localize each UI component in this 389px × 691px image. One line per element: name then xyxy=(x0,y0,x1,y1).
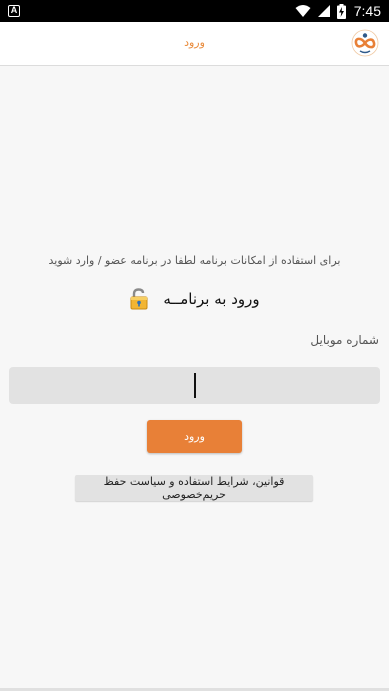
signal-icon xyxy=(317,4,331,18)
status-time: 7:45 xyxy=(353,3,381,19)
battery-charging-icon xyxy=(336,3,346,19)
intro-text: برای استفاده از امکانات برنامه لطفا در ب… xyxy=(48,254,341,267)
status-bar: A 7:45 xyxy=(0,0,389,22)
unlock-icon xyxy=(129,288,149,310)
login-button[interactable]: ورود xyxy=(147,420,242,453)
text-caret xyxy=(194,373,196,398)
login-heading: ورود به برنامــه xyxy=(163,290,260,308)
wifi-icon xyxy=(295,4,311,18)
infinity-logo-icon[interactable] xyxy=(351,29,379,57)
notification-badge-icon: A xyxy=(8,5,20,17)
app-bar: ورود xyxy=(0,22,389,66)
terms-privacy-button[interactable]: قوانین، شرایط استفاده و سیاست حفظ حریم‌خ… xyxy=(75,475,313,501)
mobile-number-label: شماره موبایل xyxy=(310,333,379,347)
page-title: ورود xyxy=(184,36,205,49)
login-heading-row: ورود به برنامــه xyxy=(0,288,389,310)
